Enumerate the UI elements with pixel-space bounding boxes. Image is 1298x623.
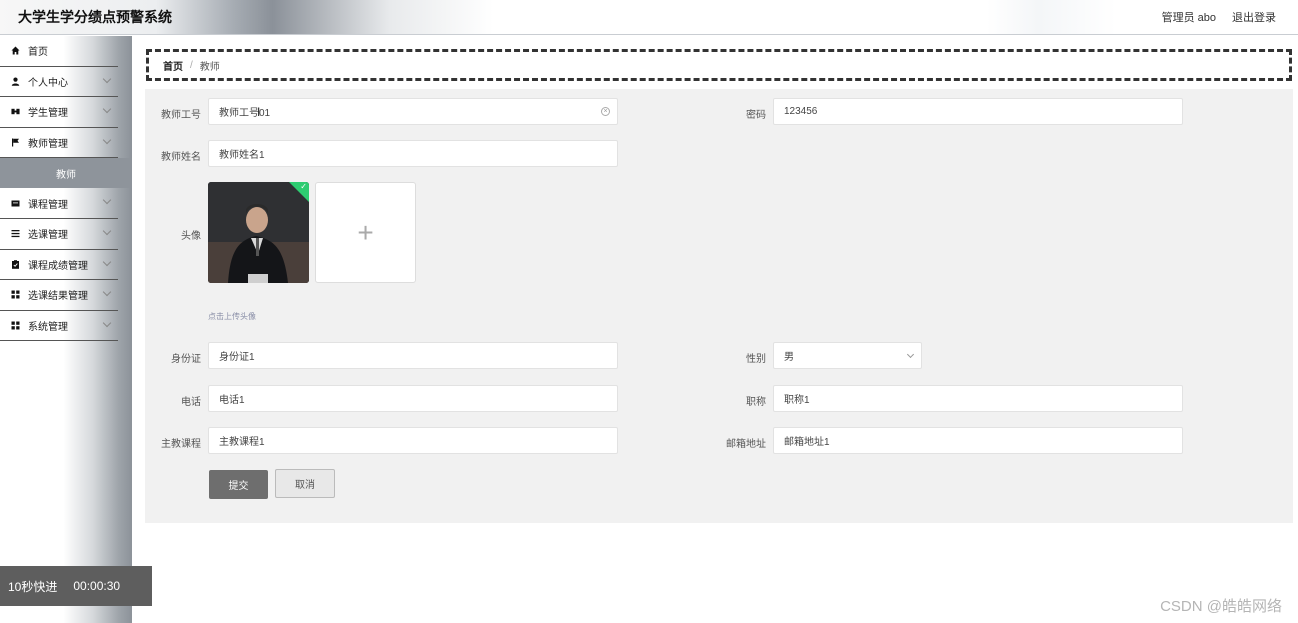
sidebar-item-personal-center[interactable]: 个人中心 — [0, 67, 118, 98]
logout-link[interactable]: 退出登录 — [1232, 9, 1276, 25]
playback-time: 00:00:30 — [73, 579, 121, 593]
text-cursor-icon: I — [257, 105, 261, 119]
avatar-upload-hint[interactable]: 点击上传头像 — [208, 311, 256, 322]
breadcrumb-current: 教师 — [199, 61, 220, 73]
password-label: 密码 — [746, 110, 766, 121]
sidebar-item-home[interactable]: 首页 — [0, 36, 118, 67]
sidebar-item-label: 首页 — [28, 47, 48, 59]
sidebar-item-system-management[interactable]: 系统管理 — [0, 311, 118, 342]
avatar-photo[interactable]: ✓ — [208, 182, 309, 283]
chevron-down-icon — [102, 257, 112, 266]
sidebar-subitem-teacher[interactable]: 教师 — [0, 158, 132, 189]
app-title: 大学生学分绩点预警系统 — [18, 9, 172, 25]
gender-value: 男 — [784, 352, 794, 363]
breadcrumb-home[interactable]: 首页 — [163, 58, 183, 73]
user-label: 管理员 abo — [1161, 12, 1216, 24]
chevron-down-icon — [102, 287, 112, 297]
teacher-name-input[interactable]: 教师姓名1 — [208, 140, 618, 167]
video-player-overlay: 10秒快进 00:00:30 — [0, 566, 152, 606]
sidebar-item-label: 学生管理 — [28, 108, 68, 120]
chevron-down-icon — [102, 318, 112, 327]
password-input[interactable]: 123456 — [773, 98, 1183, 125]
flag-icon — [11, 138, 20, 147]
chevron-down-icon — [102, 226, 112, 236]
user-icon — [11, 77, 20, 86]
email-value: 邮箱地址1 — [784, 437, 830, 448]
sidebar-item-label: 个人中心 — [28, 77, 68, 89]
gender-label: 性别 — [746, 354, 766, 365]
avatar-upload-button[interactable]: + — [315, 182, 416, 283]
submit-button[interactable]: 提交 — [209, 470, 268, 499]
phone-input[interactable]: 电话1 — [208, 385, 618, 412]
teacher-id-label: 教师工号 — [161, 110, 201, 121]
chevron-down-icon — [102, 196, 112, 205]
title-input[interactable]: 职称1 — [773, 385, 1183, 412]
fast-forward-button[interactable]: 10秒快进 — [8, 578, 57, 595]
top-bar: 大学生学分绩点预警系统 管理员 abo 退出登录 — [0, 0, 1298, 35]
list-icon — [11, 229, 20, 238]
title-label: 职称 — [746, 397, 766, 408]
home-icon — [11, 46, 20, 55]
user-area: 管理员 abo 退出登录 — [1162, 9, 1276, 25]
title-value: 职称1 — [784, 395, 810, 406]
plus-icon: + — [357, 216, 374, 248]
students-icon — [11, 107, 20, 116]
id-card-value: 身份证1 — [219, 352, 255, 363]
sidebar-item-label: 课程成绩管理 — [28, 260, 88, 272]
avatar-label: 头像 — [181, 231, 201, 242]
card-icon — [11, 199, 20, 208]
sidebar-item-label: 课程管理 — [28, 199, 68, 211]
chevron-down-icon — [102, 135, 112, 145]
id-card-input[interactable]: 身份证1 — [208, 342, 618, 369]
sidebar-item-course-selection[interactable]: 选课管理 — [0, 219, 118, 250]
teacher-name-value: 教师姓名1 — [219, 150, 265, 161]
password-value: 123456 — [784, 106, 818, 117]
breadcrumb-separator: / — [190, 59, 193, 71]
phone-label: 电话 — [181, 397, 201, 408]
main-course-label: 主教课程 — [161, 439, 201, 450]
clipboard-icon — [11, 260, 20, 269]
sidebar-item-course-management[interactable]: 课程管理 — [0, 188, 118, 219]
watermark: CSDN @皓皓网络 — [1160, 598, 1282, 615]
breadcrumb: 首页 / 教师 — [146, 49, 1292, 81]
grid-icon — [11, 290, 20, 299]
teacher-name-label: 教师姓名 — [161, 152, 201, 163]
email-label: 邮箱地址 — [726, 439, 766, 450]
phone-value: 电话1 — [219, 395, 245, 406]
chevron-down-icon — [102, 74, 112, 83]
sidebar-item-label: 选课管理 — [28, 230, 68, 242]
chevron-down-icon — [906, 350, 915, 359]
cancel-button[interactable]: 取消 — [275, 469, 335, 498]
gender-select[interactable]: 男 — [773, 342, 922, 369]
teacher-id-value: 教师工号01 — [219, 108, 271, 119]
sidebar-item-label: 系统管理 — [28, 322, 68, 334]
sidebar-item-course-grades[interactable]: 课程成绩管理 — [0, 250, 118, 281]
main-course-input[interactable]: 主教课程1 — [208, 427, 618, 454]
main-course-value: 主教课程1 — [219, 437, 265, 448]
email-input[interactable]: 邮箱地址1 — [773, 427, 1183, 454]
id-card-label: 身份证 — [171, 354, 201, 365]
sidebar: 首页 个人中心 学生管理 教师管理 教师 课程管理 选课管理 课程成绩管理 选课… — [0, 36, 132, 623]
teacher-id-input[interactable]: 教师工号01 I × — [208, 98, 618, 125]
sidebar-item-label: 教师管理 — [28, 139, 68, 151]
sidebar-item-teacher-management[interactable]: 教师管理 — [0, 128, 118, 159]
clear-icon[interactable]: × — [601, 107, 610, 116]
teacher-form: 教师工号 教师工号01 I × 密码 123456 教师姓名 教师姓名1 头像 … — [145, 89, 1293, 523]
sidebar-item-selection-results[interactable]: 选课结果管理 — [0, 280, 118, 311]
check-icon: ✓ — [300, 182, 307, 191]
sidebar-item-label: 选课结果管理 — [28, 291, 88, 303]
chevron-down-icon — [102, 104, 112, 114]
sidebar-item-student-management[interactable]: 学生管理 — [0, 97, 118, 128]
grid-icon — [11, 321, 20, 330]
